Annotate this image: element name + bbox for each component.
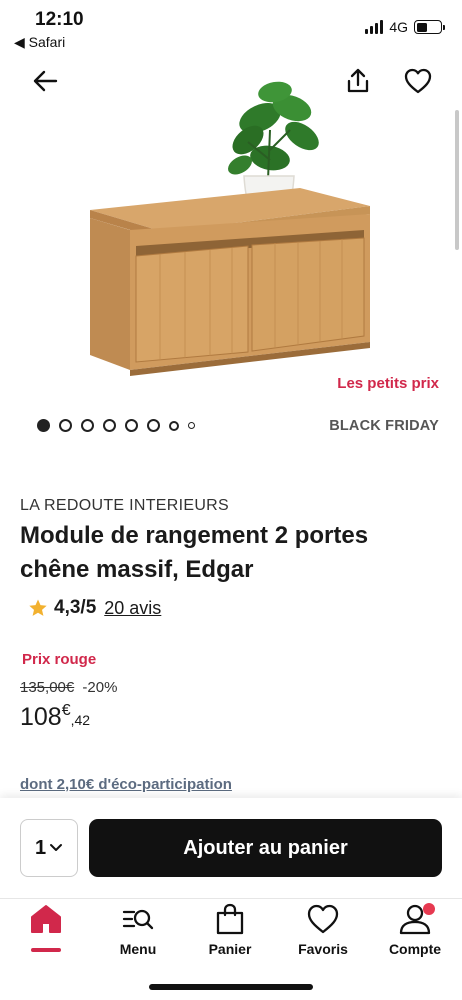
- gallery-dot[interactable]: [147, 419, 160, 432]
- favorite-button[interactable]: [400, 64, 436, 98]
- tab-home[interactable]: [6, 903, 86, 963]
- rating[interactable]: 4,3/5 20 avis: [28, 597, 161, 619]
- scrollbar[interactable]: [455, 110, 459, 250]
- old-price-row: 135,00€ -20%: [20, 679, 117, 696]
- add-to-cart-button[interactable]: Ajouter au panier: [89, 819, 442, 877]
- status-time: 12:10: [35, 9, 84, 30]
- heart-icon: [307, 904, 339, 934]
- home-icon: [31, 905, 61, 933]
- back-to-safari[interactable]: ◀ Safari: [14, 34, 65, 51]
- gallery-dot[interactable]: [81, 419, 94, 432]
- bag-icon: [216, 903, 244, 935]
- network-type: 4G: [389, 19, 408, 35]
- arrow-left-icon: [33, 70, 58, 92]
- cabinet-with-plant-image: [90, 81, 370, 376]
- chevron-down-icon: [50, 844, 63, 851]
- rating-value: 4,3/5: [54, 597, 97, 618]
- product-image[interactable]: [70, 70, 390, 380]
- home-indicator[interactable]: [149, 984, 313, 990]
- menu-search-icon: [122, 909, 154, 930]
- signal-icon: [365, 20, 384, 34]
- gallery-dot[interactable]: [103, 419, 116, 432]
- star-icon: [29, 599, 47, 616]
- product-title: Module de rangement 2 portes chêne massi…: [20, 522, 369, 583]
- gallery-dot[interactable]: [125, 419, 138, 432]
- price-decimals: ,42: [70, 712, 91, 728]
- price-label: Prix rouge: [22, 651, 97, 668]
- action-bar: 1 Ajouter au panier: [0, 798, 462, 898]
- tab-favoris-label: Favoris: [298, 941, 348, 957]
- gallery-dot[interactable]: [169, 420, 179, 431]
- reviews-link[interactable]: 20 avis: [104, 598, 161, 619]
- eco-participation-link[interactable]: dont 2,10€ d'éco-participation: [20, 776, 232, 793]
- notification-badge: [423, 903, 435, 915]
- tab-menu[interactable]: Menu: [98, 903, 178, 963]
- price-integer: 108: [20, 703, 62, 731]
- discount-badge: -20%: [82, 679, 118, 696]
- gallery-dot[interactable]: [59, 419, 72, 432]
- active-tab-indicator: [31, 948, 61, 952]
- promo-tag: Les petits prix: [337, 375, 439, 392]
- tab-favoris[interactable]: Favoris: [283, 903, 363, 963]
- battery-icon: [414, 20, 445, 34]
- tab-panier-label: Panier: [208, 941, 252, 957]
- status-bar: 12:10 ◀ Safari 4G: [0, 0, 462, 56]
- old-price: 135,00€: [20, 679, 75, 696]
- event-tag: BLACK FRIDAY: [329, 418, 439, 434]
- quantity-value: 1: [34, 836, 47, 859]
- heart-icon: [404, 68, 432, 94]
- current-price: 108€,42: [20, 702, 90, 732]
- tab-compte[interactable]: Compte: [375, 903, 455, 963]
- gallery-pagination[interactable]: [37, 419, 195, 432]
- tab-compte-label: Compte: [388, 941, 442, 957]
- tab-panier[interactable]: Panier: [190, 903, 270, 963]
- gallery-dot[interactable]: [188, 422, 195, 429]
- brand-name[interactable]: LA REDOUTE INTERIEURS: [20, 497, 229, 515]
- plant: [228, 81, 319, 209]
- price-currency: €: [61, 702, 71, 719]
- gallery-dot[interactable]: [37, 419, 50, 432]
- back-button[interactable]: [28, 66, 62, 96]
- quantity-select[interactable]: 1: [20, 819, 78, 877]
- tab-menu-label: Menu: [119, 941, 157, 957]
- status-indicators: 4G: [365, 19, 445, 35]
